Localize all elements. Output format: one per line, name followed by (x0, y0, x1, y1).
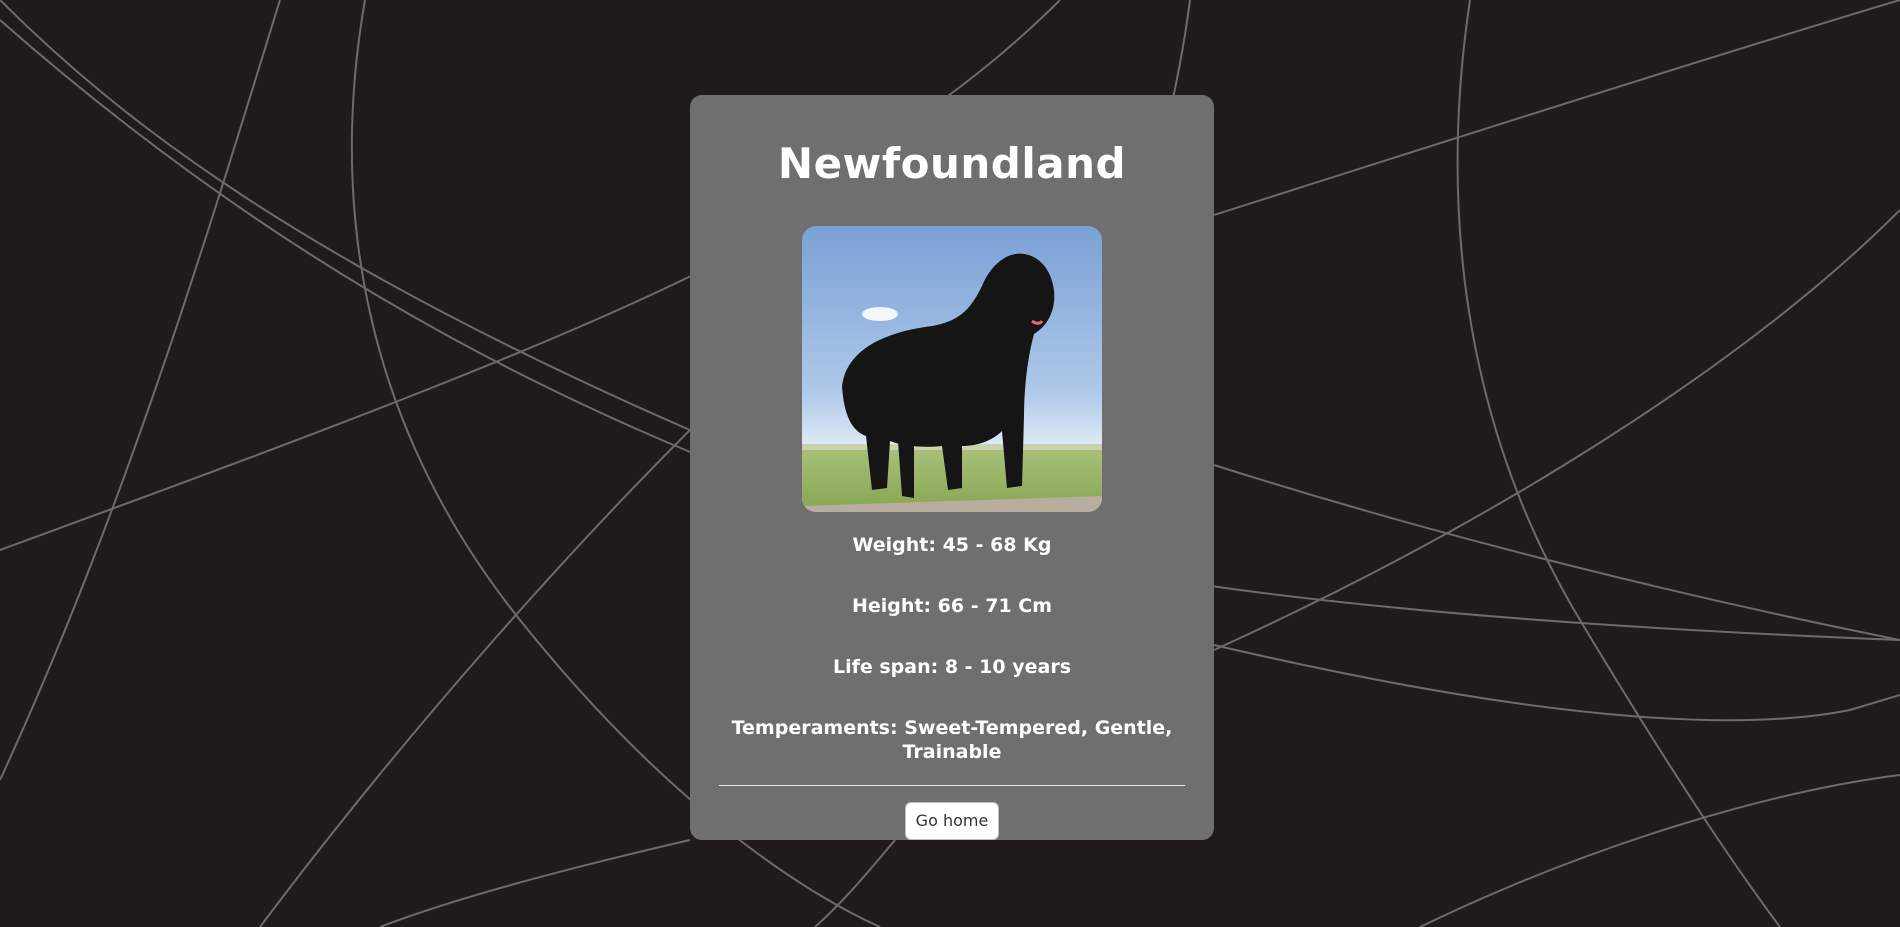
breed-photo (802, 226, 1102, 512)
height-text: Height: 66 - 71 Cm (851, 594, 1053, 617)
temperaments-text: Temperaments: Sweet-Tempered, Gentle, Tr… (731, 716, 1173, 763)
life-span-text: Life span: 8 - 10 years (832, 655, 1072, 678)
breed-title: Newfoundland (777, 139, 1127, 188)
divider (719, 784, 1185, 786)
weight-text: Weight: 45 - 68 Kg (852, 533, 1052, 556)
go-home-button[interactable]: Go home (904, 801, 1000, 840)
breed-card: Newfoundland Weight: 45 - 68 Kg Height: … (690, 95, 1214, 840)
